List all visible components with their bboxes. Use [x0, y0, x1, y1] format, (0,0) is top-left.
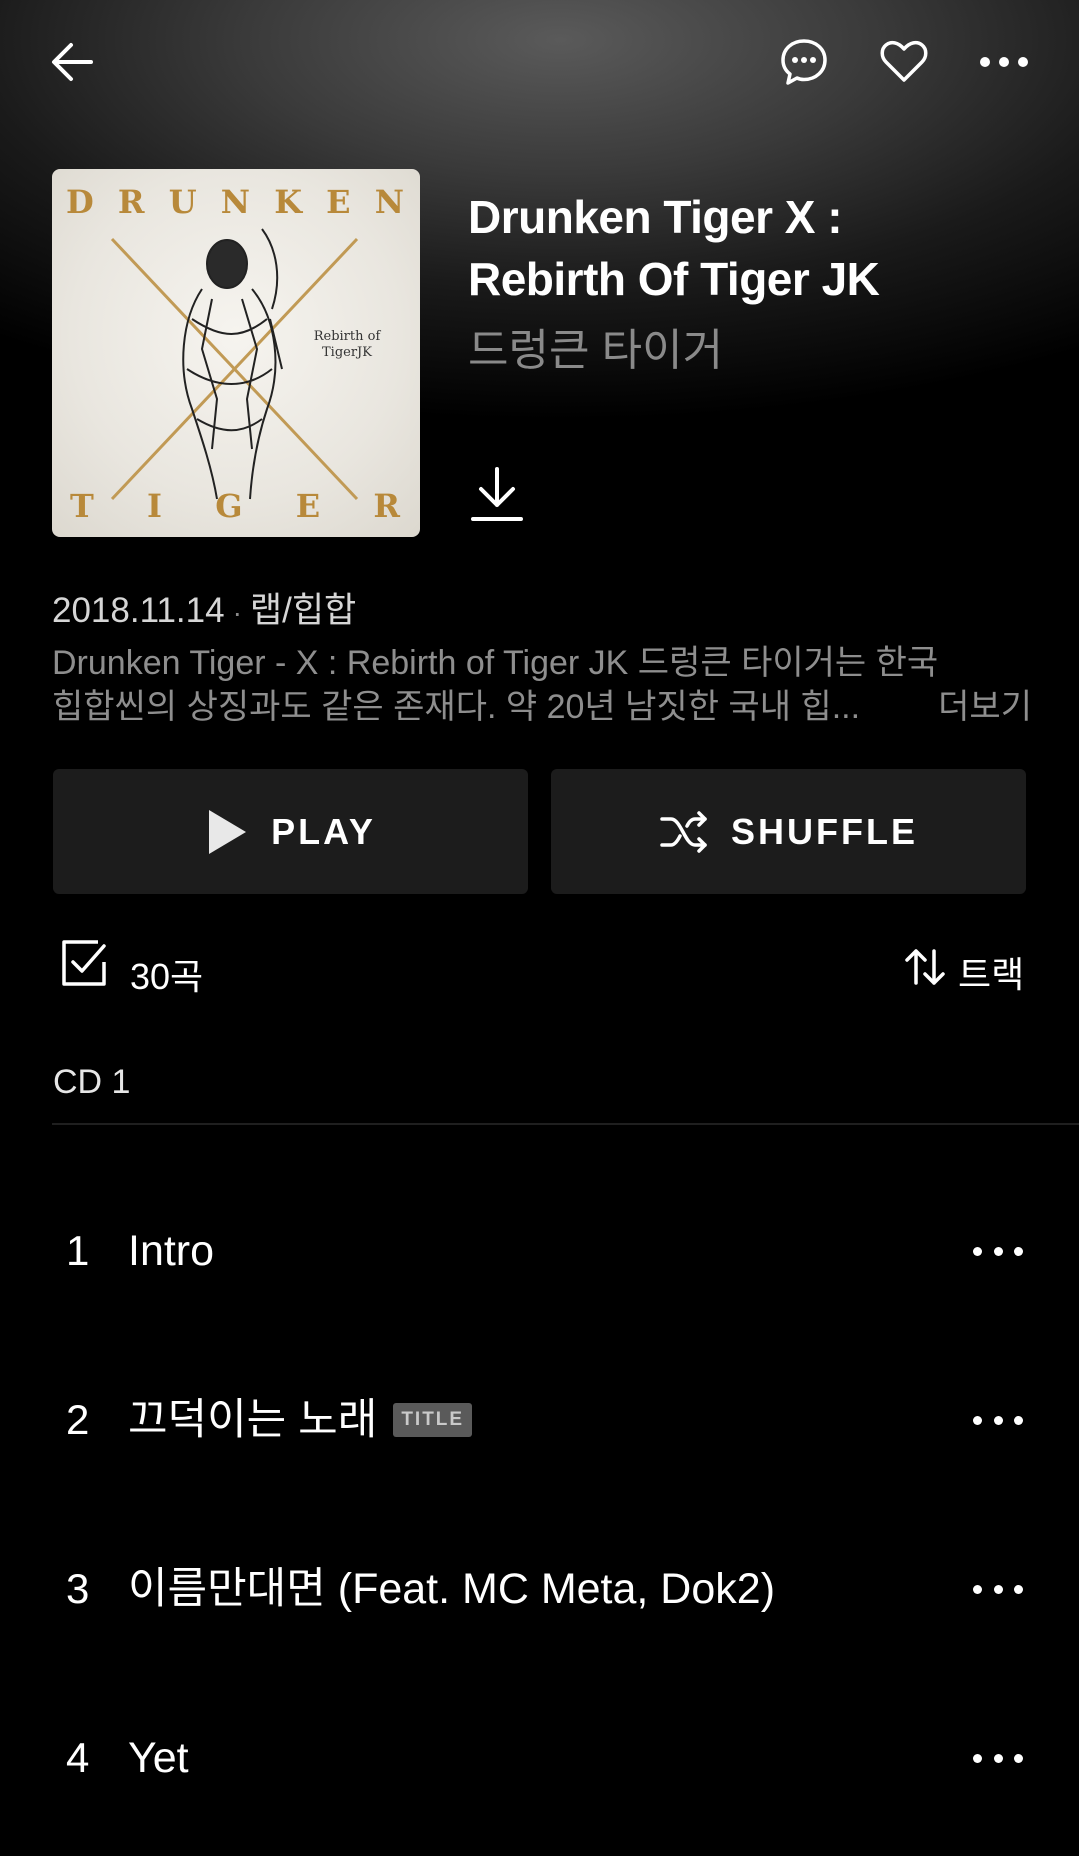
download-icon: [471, 467, 523, 521]
cover-letter: G: [215, 487, 245, 525]
album-title: Drunken Tiger X : Rebirth Of Tiger JK: [468, 186, 1028, 310]
release-info: 2018.11.14 · 랩/힙합: [52, 582, 356, 633]
shuffle-icon: [660, 810, 707, 853]
track-more-button[interactable]: [973, 1742, 1023, 1774]
cover-subtitle: Rebirth of TigerJK: [313, 329, 381, 360]
heart-icon: [880, 40, 928, 82]
track-title: 이름만대면 (Feat. MC Meta, Dok2): [128, 1565, 776, 1613]
download-button[interactable]: [464, 462, 530, 528]
track-number: 2: [66, 1396, 90, 1443]
track-number: 4: [66, 1734, 90, 1781]
track-more-button[interactable]: [973, 1235, 1023, 1267]
genre: 랩/힙합: [249, 591, 357, 630]
track-row[interactable]: 4 Yet: [0, 1718, 1079, 1798]
track-row[interactable]: 2 끄덕이는 노래 TITLE: [0, 1380, 1079, 1460]
checkbox-icon: [62, 940, 106, 986]
like-button[interactable]: [874, 32, 934, 92]
track-number: 1: [66, 1227, 90, 1274]
track-row[interactable]: 1 Intro: [0, 1211, 1079, 1291]
shuffle-label: SHUFFLE: [731, 810, 918, 852]
more-link[interactable]: 더보기: [938, 685, 1032, 729]
track-count: 30곡: [130, 956, 204, 997]
separator-dot: ·: [232, 597, 242, 628]
disc-label: CD 1: [53, 1063, 131, 1101]
track-title: 끄덕이는 노래: [128, 1396, 378, 1444]
cover-letter: E: [295, 487, 323, 525]
more-options-button[interactable]: [974, 32, 1034, 92]
select-all-button[interactable]: [56, 936, 112, 992]
album-description[interactable]: Drunken Tiger - X : Rebirth of Tiger JK …: [52, 641, 1032, 729]
shuffle-button[interactable]: SHUFFLE: [551, 769, 1026, 894]
sort-icon: [905, 949, 945, 985]
track-row[interactable]: 3 이름만대면 (Feat. MC Meta, Dok2): [0, 1549, 1079, 1629]
comment-button[interactable]: [774, 32, 834, 92]
album-title-line2: Rebirth Of Tiger JK: [468, 253, 880, 305]
back-arrow-icon: [52, 43, 93, 81]
sort-label[interactable]: 트랙: [958, 946, 1024, 998]
divider: [52, 1123, 1079, 1125]
track-title: Intro: [128, 1227, 215, 1275]
play-label: PLAY: [271, 810, 376, 852]
release-date: 2018.11.14: [52, 591, 225, 630]
artist-name[interactable]: 드렁큰 타이거: [468, 314, 723, 378]
track-number: 3: [66, 1565, 90, 1612]
description-text: 힙합씬의 상징과도 같은 존재다. 약 20년 남짓한 국내 힙...: [52, 688, 861, 726]
track-title: Yet: [128, 1734, 189, 1782]
track-more-button[interactable]: [973, 1404, 1023, 1436]
cover-letter: I: [147, 487, 164, 525]
cover-letter: T: [70, 487, 96, 525]
more-horizontal-icon: [980, 57, 1028, 67]
description-line2: 힙합씬의 상징과도 같은 존재다. 약 20년 남짓한 국내 힙... 더보기: [52, 685, 1032, 729]
description-line1: Drunken Tiger - X : Rebirth of Tiger JK …: [52, 644, 939, 682]
comment-icon: [781, 39, 827, 85]
cover-letter: R: [373, 487, 402, 525]
back-button[interactable]: [42, 32, 102, 92]
track-more-button[interactable]: [973, 1573, 1023, 1605]
play-icon: [209, 809, 247, 854]
play-button[interactable]: PLAY: [53, 769, 528, 894]
album-cover[interactable]: D R U N K E N Rebirth of TigerJK T I G E…: [52, 169, 420, 537]
cover-bottom-letters: T I G E R: [66, 487, 406, 525]
title-track-badge: TITLE: [393, 1402, 473, 1437]
track-title-wrap: 끄덕이는 노래 TITLE: [128, 1380, 473, 1460]
album-title-line1: Drunken Tiger X :: [468, 191, 843, 243]
